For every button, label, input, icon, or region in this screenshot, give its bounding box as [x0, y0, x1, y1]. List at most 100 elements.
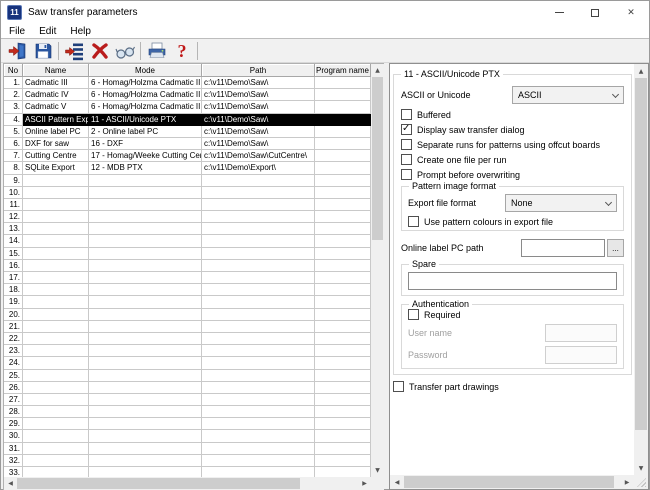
menu-edit[interactable]: Edit — [32, 26, 63, 37]
table-hscroll-thumb[interactable] — [17, 478, 300, 489]
transfer-part-drawings-checkbox[interactable] — [393, 381, 404, 392]
save-button[interactable] — [30, 40, 55, 62]
table-row[interactable]: 30. — [4, 430, 384, 442]
prompt-before-overwriting-label[interactable]: Prompt before overwriting — [417, 170, 520, 180]
table-row[interactable]: 23. — [4, 345, 384, 357]
scroll-up-icon[interactable]: ▲ — [371, 64, 384, 77]
table-horizontal-scrollbar[interactable]: ◀ ▶ — [4, 477, 371, 490]
buffered-checkbox[interactable] — [401, 109, 412, 120]
table-row[interactable]: 3. Cadmatic V 6 - Homag/Holzma Cadmatic … — [4, 101, 384, 113]
table-row[interactable]: 11. — [4, 199, 384, 211]
cell-mode — [89, 333, 202, 345]
table-row[interactable]: 10. — [4, 187, 384, 199]
table-row[interactable]: 18. — [4, 284, 384, 296]
table-row[interactable]: 5. Online label PC 2 - Online label PC c… — [4, 126, 384, 138]
authentication-required-label[interactable]: Required — [424, 310, 461, 320]
table-row[interactable]: 19. — [4, 296, 384, 308]
separate-runs-checkbox[interactable] — [401, 139, 412, 150]
cell-mode — [89, 260, 202, 272]
table-row[interactable]: 13. — [4, 223, 384, 235]
insert-line-button[interactable] — [62, 40, 87, 62]
cell-program-name — [315, 114, 371, 126]
close-button[interactable]: ✕ — [613, 1, 649, 24]
authentication-required-checkbox[interactable] — [408, 309, 419, 320]
use-pattern-colours-label[interactable]: Use pattern colours in export file — [424, 217, 553, 227]
view-button[interactable] — [112, 40, 137, 62]
panel-horizontal-scrollbar[interactable]: ◀ ▶ — [390, 475, 634, 489]
table-row[interactable]: 24. — [4, 357, 384, 369]
delete-button[interactable] — [87, 40, 112, 62]
table-row[interactable]: 9. — [4, 175, 384, 187]
display-saw-transfer-dialog-label[interactable]: Display saw transfer dialog — [417, 125, 525, 135]
table-row[interactable]: 29. — [4, 418, 384, 430]
table-row[interactable]: 4. ASCII Pattern Export 11 - ASCII/Unico… — [4, 114, 384, 126]
menu-file[interactable]: File — [2, 26, 32, 37]
table-hscroll-track[interactable] — [17, 477, 358, 490]
table-row[interactable]: 12. — [4, 211, 384, 223]
menu-help[interactable]: Help — [63, 26, 98, 37]
panel-vscroll-track[interactable] — [634, 78, 648, 461]
cell-path — [202, 284, 315, 296]
create-one-file-per-run-checkbox[interactable] — [401, 154, 412, 165]
table-row[interactable]: 15. — [4, 248, 384, 260]
table-row[interactable]: 1. Cadmatic III 6 - Homag/Holzma Cadmati… — [4, 77, 384, 89]
scroll-left-icon[interactable]: ◀ — [390, 475, 404, 489]
table-row[interactable]: 17. — [4, 272, 384, 284]
table-row[interactable]: 32. — [4, 455, 384, 467]
table-vscroll-track[interactable] — [371, 77, 384, 464]
prompt-before-overwriting-checkbox[interactable] — [401, 169, 412, 180]
cell-no: 26. — [4, 382, 23, 394]
panel-hscroll-track[interactable] — [404, 475, 620, 489]
table-row[interactable]: 20. — [4, 309, 384, 321]
create-one-file-per-run-label[interactable]: Create one file per run — [417, 155, 507, 165]
resize-grip[interactable] — [634, 475, 648, 489]
table-row[interactable]: 22. — [4, 333, 384, 345]
help-button[interactable]: ? — [169, 40, 194, 62]
user-name-label: User name — [408, 328, 452, 338]
export-file-format-select[interactable]: None — [505, 194, 617, 212]
cell-name — [23, 382, 89, 394]
panel-hscroll-thumb[interactable] — [404, 476, 614, 488]
table-row[interactable]: 27. — [4, 394, 384, 406]
table-vscroll-thumb[interactable] — [372, 77, 383, 240]
table-row[interactable]: 8. SQLite Export 12 - MDB PTX c:\v11\Dem… — [4, 162, 384, 174]
online-label-pc-path-input[interactable] — [521, 239, 605, 257]
transfer-part-drawings-label[interactable]: Transfer part drawings — [409, 382, 499, 392]
separate-runs-label[interactable]: Separate runs for patterns using offcut … — [417, 140, 600, 150]
print-button[interactable] — [144, 40, 169, 62]
table-row[interactable]: 21. — [4, 321, 384, 333]
browse-button[interactable]: ... — [607, 239, 624, 257]
maximize-button[interactable] — [577, 1, 613, 24]
table-row[interactable]: 25. — [4, 370, 384, 382]
table-row[interactable]: 14. — [4, 235, 384, 247]
table-row[interactable]: 2. Cadmatic IV 6 - Homag/Holzma Cadmatic… — [4, 89, 384, 101]
table-row[interactable]: 7. Cutting Centre 17 - Homag/Weeke Cutti… — [4, 150, 384, 162]
authentication-group: Authentication Required User name Passwo… — [401, 304, 624, 369]
cell-program-name — [315, 211, 371, 223]
buffered-label[interactable]: Buffered — [417, 110, 451, 120]
table-row[interactable]: 6. DXF for saw 16 - DXF c:\v11\Demo\Saw\ — [4, 138, 384, 150]
cell-mode — [89, 284, 202, 296]
use-pattern-colours-checkbox[interactable] — [408, 216, 419, 227]
table-row[interactable]: 28. — [4, 406, 384, 418]
cell-mode — [89, 248, 202, 260]
scroll-right-icon[interactable]: ▶ — [358, 477, 371, 490]
table-vertical-scrollbar[interactable]: ▲ ▼ — [371, 64, 384, 477]
online-label-pc-path-label: Online label PC path — [401, 243, 484, 253]
scroll-up-icon[interactable]: ▲ — [634, 64, 648, 78]
minimize-button[interactable] — [541, 1, 577, 24]
panel-vertical-scrollbar[interactable]: ▲ ▼ — [634, 64, 648, 475]
ascii-or-unicode-select[interactable]: ASCII — [512, 86, 624, 104]
scroll-down-icon[interactable]: ▼ — [634, 461, 648, 475]
spare-input[interactable] — [408, 272, 617, 290]
cell-name — [23, 345, 89, 357]
display-saw-transfer-dialog-checkbox[interactable] — [401, 124, 412, 135]
exit-button[interactable] — [5, 40, 30, 62]
panel-vscroll-thumb[interactable] — [635, 78, 647, 430]
table-row[interactable]: 16. — [4, 260, 384, 272]
scroll-right-icon[interactable]: ▶ — [620, 475, 634, 489]
table-row[interactable]: 26. — [4, 382, 384, 394]
scroll-down-icon[interactable]: ▼ — [371, 464, 384, 477]
table-row[interactable]: 31. — [4, 443, 384, 455]
scroll-left-icon[interactable]: ◀ — [4, 477, 17, 490]
